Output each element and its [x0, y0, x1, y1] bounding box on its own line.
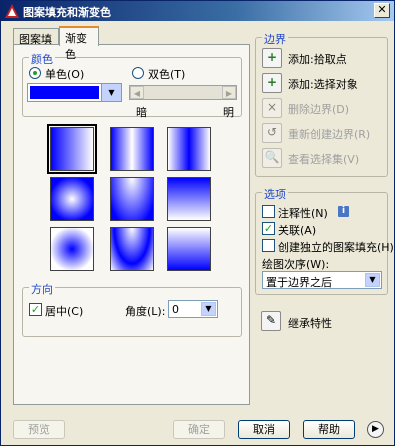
remove-boundaries-label[interactable]: 删除边界(D): [288, 101, 349, 117]
angle-select[interactable]: 0 ▼: [168, 300, 218, 318]
gradient-tile-inv-cylinder[interactable]: [167, 127, 211, 171]
recreate-boundary-icon[interactable]: ↺: [262, 123, 282, 143]
add-select-objects-icon[interactable]: +: [262, 73, 282, 93]
orientation-group-title: 方向: [29, 281, 55, 297]
ok-button[interactable]: 确定: [173, 420, 225, 439]
options-group: 选项 注释性(N) i ✓ 关联(A) 创建独立的图案填充(H) 绘图次序(W)…: [255, 186, 394, 295]
draw-order-select[interactable]: 置于边界之后 ▼: [262, 271, 382, 289]
gradient-tile-linear[interactable]: [47, 124, 97, 174]
color-group-title: 颜色: [29, 51, 55, 67]
view-selections-label[interactable]: 查看选择集(V): [288, 151, 359, 167]
gradient-tab-panel: 颜色 单色(O) 双色(T) ▼ ◀ ▶ 暗 明 方向 ✓ 居中(C) 角度(L…: [13, 44, 250, 405]
annotative-checkbox[interactable]: [262, 205, 275, 218]
add-pick-points-label[interactable]: 添加:拾取点: [288, 51, 347, 67]
tab-gradient[interactable]: 渐变色: [59, 26, 99, 61]
help-button[interactable]: 帮助: [303, 420, 355, 439]
more-options-icon[interactable]: ▶: [367, 421, 384, 438]
two-color-radio[interactable]: [132, 67, 144, 79]
close-icon[interactable]: ✕: [374, 3, 390, 18]
arrow-right-icon[interactable]: ▶: [222, 86, 236, 99]
chevron-down-icon[interactable]: ▼: [201, 302, 216, 316]
boundary-group-title: 边界: [262, 31, 288, 47]
annotative-label: 注释性(N): [278, 207, 328, 220]
view-selections-icon[interactable]: 🔍: [262, 148, 282, 168]
info-icon[interactable]: i: [338, 206, 349, 217]
recreate-boundary-label[interactable]: 重新创建边界(R): [288, 126, 370, 142]
chevron-down-icon[interactable]: ▼: [101, 84, 121, 101]
boundary-group: 边界 + 添加:拾取点 + 添加:选择对象 × 删除边界(D) ↺ 重新创建边界…: [255, 31, 388, 177]
gradient-tile-spherical[interactable]: [50, 177, 94, 221]
arrow-left-icon[interactable]: ◀: [130, 86, 144, 99]
cancel-button[interactable]: 取消: [238, 420, 290, 439]
centered-label: 居中(C): [45, 305, 84, 318]
shade-light-label: 明: [223, 106, 234, 119]
inherit-properties-icon[interactable]: ✎: [261, 311, 281, 331]
single-color-radio[interactable]: [29, 67, 41, 79]
chevron-down-icon[interactable]: ▼: [365, 273, 380, 287]
add-pick-points-icon[interactable]: +: [262, 48, 282, 68]
app-icon: [5, 4, 19, 18]
two-color-label: 双色(T): [148, 68, 186, 81]
add-select-objects-label[interactable]: 添加:选择对象: [288, 76, 358, 92]
remove-boundaries-icon[interactable]: ×: [262, 98, 282, 118]
hatch-gradient-dialog: 图案填充和渐变色 ✕ 图案填充 渐变色 颜色 单色(O) 双色(T) ▼ ◀ ▶…: [0, 0, 395, 446]
window-title: 图案填充和渐变色: [23, 6, 111, 19]
separate-hatches-label: 创建独立的图案填充(H): [278, 241, 394, 254]
angle-label: 角度(L):: [125, 305, 166, 318]
color-group: 颜色 单色(O) 双色(T) ▼ ◀ ▶ 暗 明: [22, 51, 242, 119]
separate-hatches-checkbox[interactable]: [262, 239, 275, 252]
centered-checkbox[interactable]: ✓: [29, 303, 42, 316]
draw-order-value: 置于边界之后: [266, 276, 332, 289]
color-swatch: [30, 86, 99, 99]
shade-slider[interactable]: ◀ ▶: [129, 85, 237, 100]
associative-label: 关联(A): [278, 224, 317, 237]
gradient-tile-curved[interactable]: [167, 177, 211, 221]
angle-value: 0: [172, 303, 179, 316]
options-group-title: 选项: [262, 186, 288, 202]
preview-button[interactable]: 预览: [13, 420, 65, 439]
color-picker[interactable]: ▼: [27, 83, 122, 102]
shade-dark-label: 暗: [136, 106, 147, 119]
gradient-tile-inv-hemispherical[interactable]: [110, 227, 154, 271]
associative-checkbox[interactable]: ✓: [262, 222, 275, 235]
orientation-group: 方向 ✓ 居中(C) 角度(L): 0 ▼: [22, 281, 242, 337]
gradient-tile-hemispherical[interactable]: [110, 177, 154, 221]
draw-order-label: 绘图次序(W):: [262, 258, 330, 271]
title-bar: 图案填充和渐变色 ✕: [1, 1, 394, 21]
inherit-properties-label[interactable]: 继承特性: [288, 315, 332, 331]
gradient-tile-inv-curved[interactable]: [167, 227, 211, 271]
gradient-tile-inv-spherical[interactable]: [50, 227, 94, 271]
gradient-tile-cylinder[interactable]: [110, 127, 154, 171]
single-color-label: 单色(O): [45, 68, 85, 81]
